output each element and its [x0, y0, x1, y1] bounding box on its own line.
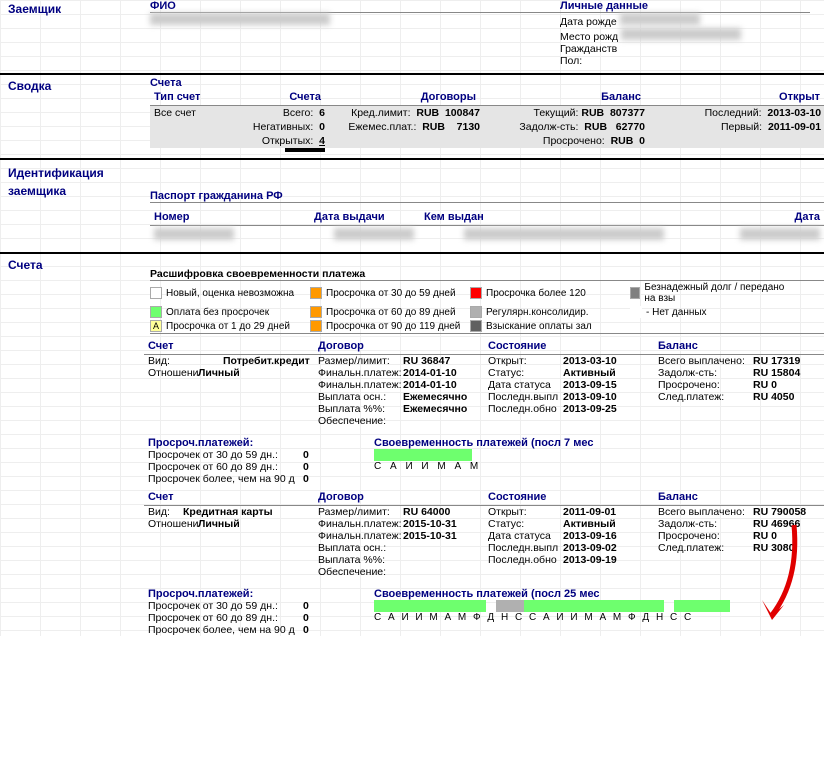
- passport-date-hdr: Дата: [670, 209, 824, 225]
- passport-title: Паспорт гражданина РФ: [150, 190, 824, 202]
- sex-label: Пол:: [560, 55, 810, 67]
- annotation-arrow: [744, 520, 804, 640]
- personal-title: Личные данные: [560, 0, 810, 12]
- accounts-subtitle: Счета: [150, 77, 824, 89]
- passport-issuer-hdr: Кем выдан: [420, 209, 670, 225]
- a1-hdr-state: Состояние: [484, 338, 654, 354]
- a1-od-title: Просроч.платежей:: [148, 437, 374, 449]
- a2-hdr-contract: Договор: [314, 489, 484, 505]
- ident-title2: заемщика: [4, 182, 146, 200]
- a1-hdr-contract: Договор: [314, 338, 484, 354]
- a1-hdr-balance: Баланс: [654, 338, 824, 354]
- hdr-contracts: Договоры: [325, 89, 480, 105]
- ident-title1: Идентификация: [4, 164, 146, 182]
- legend-title: Расшифровка своевременности платежа: [150, 268, 824, 280]
- a2-od-title: Просроч.платежей:: [148, 588, 374, 600]
- a2-hdr-balance: Баланс: [654, 489, 824, 505]
- passport-num-hdr: Номер: [150, 209, 310, 225]
- hdr-type: Тип счет: [150, 89, 210, 105]
- birthplace-label: Место рожд: [560, 31, 618, 43]
- a2-hdr-state: Состояние: [484, 489, 654, 505]
- summary-title: Сводка: [4, 77, 55, 95]
- a2-hdr-acct: Счет: [144, 489, 314, 505]
- hdr-balance: Баланс: [480, 89, 645, 105]
- hdr-opened: Открыт: [645, 89, 824, 105]
- borrower-title: Заемщик: [4, 0, 65, 18]
- legend: Новый, оценка невозможнаПросрочка от 30 …: [150, 281, 824, 333]
- hdr-accts: Счета: [210, 89, 325, 105]
- passport-issue-hdr: Дата выдачи: [310, 209, 420, 225]
- citizenship-label: Гражданств: [560, 43, 810, 55]
- a1-timely-letters: С А И И М А М: [374, 461, 824, 472]
- a1-timely-title: Своевременность платежей (посл 7 мес: [374, 437, 824, 449]
- a1-hdr-acct: Счет: [144, 338, 314, 354]
- fio-value: [150, 13, 330, 25]
- all-accts: Все счет: [150, 107, 210, 119]
- accts-title: Счета: [4, 256, 47, 274]
- birthdate-label: Дата рожде: [560, 16, 617, 28]
- fio-label: ФИО: [150, 0, 560, 12]
- a1-timely-bar: [374, 449, 824, 461]
